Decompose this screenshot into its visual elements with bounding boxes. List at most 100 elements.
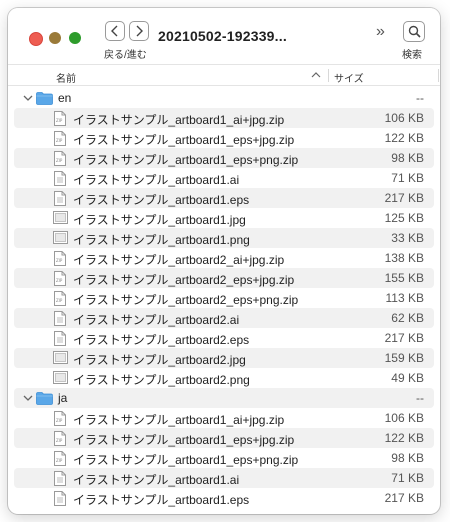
folder-icon — [36, 392, 53, 405]
file-size: 138 KB — [384, 251, 424, 265]
search-button[interactable] — [403, 21, 425, 42]
file-row[interactable]: イラストサンプル_artboard1.jpg 125 KB — [14, 208, 434, 228]
file-size: 71 KB — [391, 471, 424, 485]
file-icon-wrapper — [53, 351, 68, 369]
document-file-icon — [54, 171, 66, 186]
forward-button[interactable] — [129, 21, 149, 41]
file-row[interactable]: ZIP イラストサンプル_artboard2_eps+jpg.zip 155 KB — [14, 268, 434, 288]
file-size: 217 KB — [384, 331, 424, 345]
toolbar: 戻る/進む 20210502-192339... » 検索 — [8, 8, 440, 64]
file-row[interactable]: ZIP イラストサンプル_artboard1_eps+jpg.zip 122 KB — [14, 428, 434, 448]
file-name: イラストサンプル_artboard1_eps+png.zip — [73, 453, 299, 467]
file-name: イラストサンプル_artboard1_eps+jpg.zip — [73, 133, 295, 147]
file-row[interactable]: ZIP イラストサンプル_artboard1_ai+jpg.zip 106 KB — [14, 408, 434, 428]
file-row[interactable]: イラストサンプル_artboard2.jpg 159 KB — [14, 348, 434, 368]
file-size: 106 KB — [384, 411, 424, 425]
disclosure-expanded-icon[interactable] — [23, 93, 33, 103]
file-name: イラストサンプル_artboard2.ai — [73, 313, 240, 327]
zip-file-icon: ZIP — [54, 251, 66, 266]
column-divider[interactable] — [438, 69, 439, 82]
file-name: イラストサンプル_artboard1_eps+jpg.zip — [73, 433, 295, 447]
zip-file-icon: ZIP — [54, 151, 66, 166]
column-divider[interactable] — [328, 69, 329, 82]
file-name: イラストサンプル_artboard1_ai+jpg.zip — [73, 113, 285, 127]
svg-text:ZIP: ZIP — [56, 158, 63, 163]
file-row[interactable]: ZIP イラストサンプル_artboard1_ai+jpg.zip 106 KB — [14, 108, 434, 128]
file-name: イラストサンプル_artboard1.ai — [73, 473, 240, 487]
file-name: イラストサンプル_artboard1.eps — [73, 493, 250, 507]
name-column-header[interactable]: 名前 — [56, 70, 76, 85]
file-row[interactable]: イラストサンプル_artboard1.eps 217 KB — [14, 188, 434, 208]
file-name: イラストサンプル_artboard2.eps — [73, 333, 250, 347]
file-icon-wrapper — [53, 371, 68, 389]
file-name: イラストサンプル_artboard2.jpg — [73, 353, 246, 367]
zoom-window-button[interactable] — [69, 32, 81, 44]
chevron-right-icon — [136, 25, 143, 37]
zip-file-icon: ZIP — [54, 451, 66, 466]
file-size: 62 KB — [391, 311, 424, 325]
file-size: -- — [416, 91, 424, 105]
file-row[interactable]: ZIP イラストサンプル_artboard2_ai+jpg.zip 138 KB — [14, 248, 434, 268]
file-row[interactable]: ZIP イラストサンプル_artboard1_eps+png.zip 98 KB — [14, 448, 434, 468]
file-row[interactable]: イラストサンプル_artboard2.ai 62 KB — [14, 308, 434, 328]
svg-text:ZIP: ZIP — [56, 278, 63, 283]
zip-file-icon: ZIP — [54, 411, 66, 426]
file-size: 125 KB — [384, 211, 424, 225]
file-name: イラストサンプル_artboard1.ai — [73, 173, 240, 187]
file-row[interactable]: ZIP イラストサンプル_artboard1_eps+jpg.zip 122 KB — [14, 128, 434, 148]
file-icon-wrapper — [53, 211, 68, 229]
file-row[interactable]: ZIP イラストサンプル_artboard1_eps+png.zip 98 KB — [14, 148, 434, 168]
toolbar-overflow-button[interactable]: » — [376, 23, 385, 41]
file-icon-wrapper — [53, 491, 67, 511]
svg-text:ZIP: ZIP — [56, 258, 63, 263]
svg-text:ZIP: ZIP — [56, 418, 63, 423]
zip-file-icon: ZIP — [54, 291, 66, 306]
folder-row-ja[interactable]: ja -- — [14, 388, 434, 408]
file-row[interactable]: イラストサンプル_artboard1.png 33 KB — [14, 228, 434, 248]
file-size: 98 KB — [391, 151, 424, 165]
size-column-header[interactable]: サイズ — [334, 70, 364, 85]
folder-icon — [36, 92, 53, 105]
svg-text:ZIP: ZIP — [56, 138, 63, 143]
file-row[interactable]: イラストサンプル_artboard2.png 49 KB — [14, 368, 434, 388]
file-row[interactable]: イラストサンプル_artboard1.ai 71 KB — [14, 468, 434, 488]
folder-name: en — [58, 91, 72, 105]
image-file-icon — [53, 211, 68, 224]
svg-text:ZIP: ZIP — [56, 298, 63, 303]
svg-text:ZIP: ZIP — [56, 118, 63, 123]
zip-file-icon: ZIP — [54, 431, 66, 446]
file-row[interactable]: イラストサンプル_artboard1.eps 217 KB — [14, 488, 434, 508]
folder-row-en[interactable]: en -- — [14, 88, 434, 108]
file-size: -- — [416, 391, 424, 405]
file-name: イラストサンプル_artboard2_eps+jpg.zip — [73, 273, 295, 287]
disclosure-expanded-icon[interactable] — [23, 393, 33, 403]
file-size: 49 KB — [391, 371, 424, 385]
file-row[interactable]: イラストサンプル_artboard2.eps 217 KB — [14, 328, 434, 348]
window-title: 20210502-192339... — [158, 28, 287, 44]
nav-label: 戻る/進む — [104, 50, 147, 61]
file-name: イラストサンプル_artboard1_eps+png.zip — [73, 153, 299, 167]
file-size: 122 KB — [384, 131, 424, 145]
file-size: 122 KB — [384, 431, 424, 445]
close-window-button[interactable] — [29, 32, 43, 46]
file-size: 217 KB — [384, 491, 424, 505]
file-name: イラストサンプル_artboard2.png — [73, 373, 250, 387]
file-name: イラストサンプル_artboard2_eps+png.zip — [73, 293, 299, 307]
image-file-icon — [53, 231, 68, 244]
column-header: 名前 サイズ — [8, 64, 440, 86]
file-name: イラストサンプル_artboard1.jpg — [73, 213, 246, 227]
file-row[interactable]: イラストサンプル_artboard1.ai 71 KB — [14, 168, 434, 188]
image-file-icon — [53, 351, 68, 364]
file-size: 217 KB — [384, 191, 424, 205]
file-size: 98 KB — [391, 451, 424, 465]
zip-file-icon: ZIP — [54, 271, 66, 286]
back-button[interactable] — [105, 21, 125, 41]
file-row[interactable]: ZIP イラストサンプル_artboard2_eps+png.zip 113 KB — [14, 288, 434, 308]
image-file-icon — [53, 371, 68, 384]
file-icon-wrapper — [53, 231, 68, 249]
file-name: イラストサンプル_artboard2_ai+jpg.zip — [73, 253, 285, 267]
minimize-window-button[interactable] — [49, 32, 61, 44]
finder-window: 戻る/進む 20210502-192339... » 検索 名前 サイズ en -… — [8, 8, 440, 514]
sort-ascending-icon[interactable] — [311, 70, 321, 80]
search-icon — [408, 25, 421, 38]
